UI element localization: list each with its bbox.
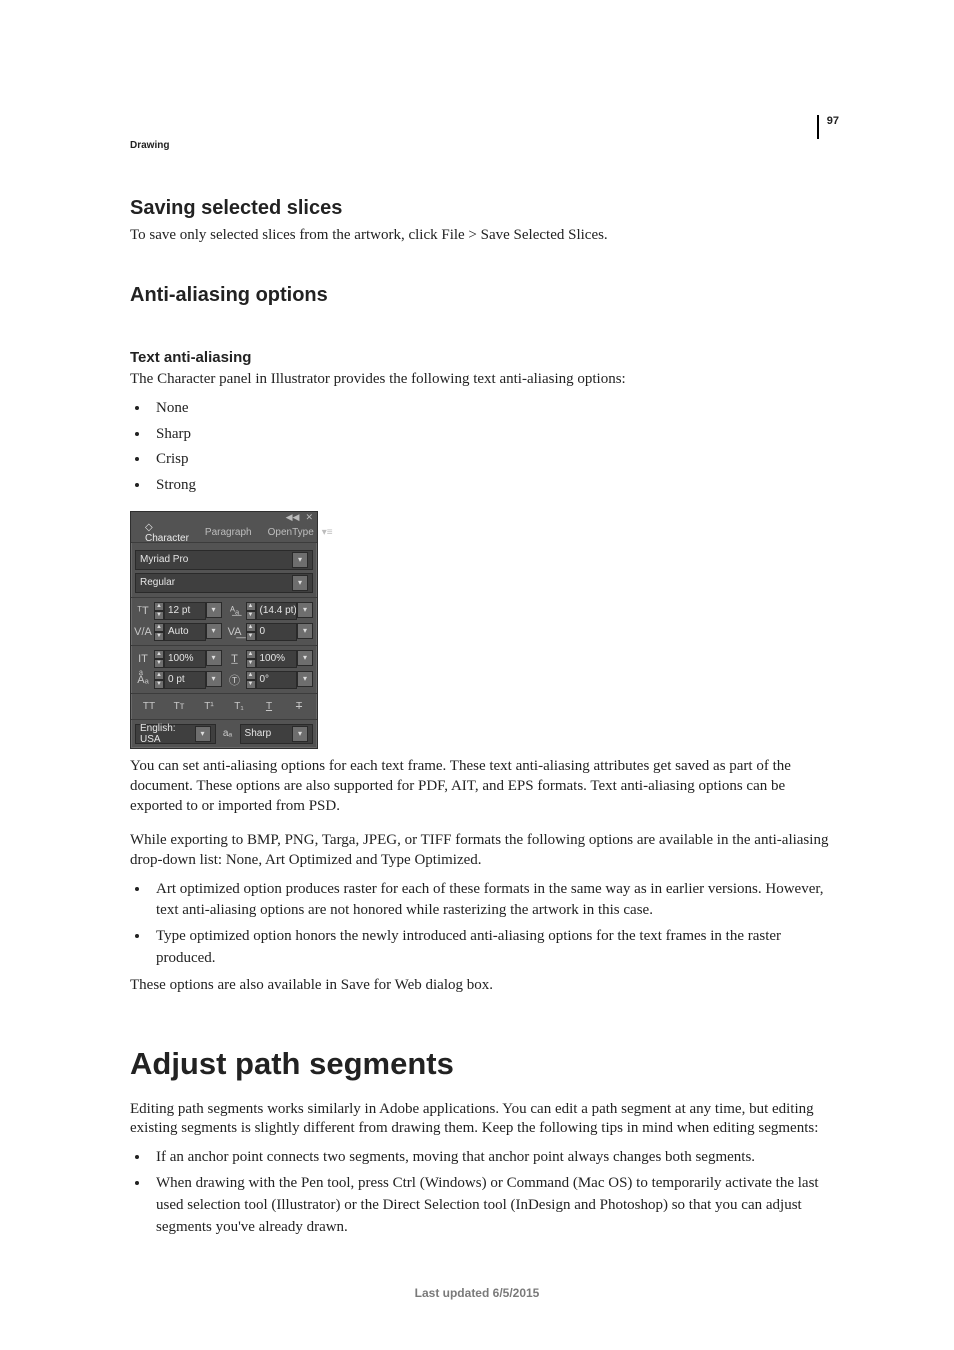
- antialias-icon: aₐ: [220, 726, 236, 742]
- breadcrumb: Drawing: [130, 140, 839, 151]
- font-family-value: Myriad Pro: [140, 554, 292, 565]
- character-panel: ◀◀ ✕ ◇ Character Paragraph OpenType ▾≡ M…: [130, 511, 318, 749]
- list-item: If an anchor point connects two segments…: [150, 1147, 839, 1169]
- tracking-icon: VA͟: [227, 625, 243, 639]
- tab-paragraph[interactable]: Paragraph: [197, 525, 260, 540]
- panel-menu-icon[interactable]: ▾≡: [322, 527, 333, 538]
- tab-opentype[interactable]: OpenType: [260, 525, 322, 540]
- font-size-field[interactable]: ▲▼ 12 pt ▾: [154, 602, 222, 620]
- chapter-intro: Editing path segments works similarly in…: [130, 1100, 839, 1140]
- language-select[interactable]: English: USA ▾: [135, 724, 216, 744]
- small-caps-button[interactable]: Tᴛ: [165, 698, 193, 715]
- page-footer: Last updated 6/5/2015: [0, 1286, 954, 1300]
- chevron-down-icon[interactable]: ▾: [195, 726, 211, 742]
- rotation-field[interactable]: ▲▼ 0° ▾: [246, 671, 314, 689]
- baseline-shift-field[interactable]: ▲▼ 0 pt ▾: [154, 671, 222, 689]
- list-item: None: [150, 398, 839, 420]
- list-item: Sharp: [150, 424, 839, 446]
- superscript-button[interactable]: T¹: [195, 698, 223, 715]
- collapse-icon[interactable]: ◀◀: [286, 513, 300, 522]
- list-item: Crisp: [150, 449, 839, 471]
- vertical-scale-icon: IT: [135, 652, 151, 666]
- kerning-field[interactable]: ▲▼ Auto ▾: [154, 623, 222, 641]
- horizontal-scale-field[interactable]: ▲▼ 100% ▾: [246, 650, 314, 668]
- antialias-select[interactable]: Sharp ▾: [240, 724, 313, 744]
- aa-para3: These options are also available in Save…: [130, 976, 839, 996]
- subscript-button[interactable]: T₁: [225, 698, 253, 715]
- rotation-icon: Ⓣ: [227, 673, 243, 687]
- saving-slices-body: To save only selected slices from the ar…: [130, 226, 839, 246]
- export-bullets: Art optimized option produces raster for…: [134, 879, 839, 970]
- chevron-down-icon[interactable]: ▾: [292, 575, 308, 591]
- kerning-icon: V/A: [135, 625, 151, 639]
- list-item: When drawing with the Pen tool, press Ct…: [150, 1173, 839, 1238]
- underline-button[interactable]: T: [255, 698, 283, 715]
- tracking-field[interactable]: ▲▼ 0 ▾: [246, 623, 314, 641]
- text-aa-intro: The Character panel in Illustrator provi…: [130, 370, 839, 390]
- strikethrough-button[interactable]: T: [285, 698, 313, 715]
- aa-para2: While exporting to BMP, PNG, Targa, JPEG…: [130, 831, 839, 871]
- page-number-box: 97: [817, 115, 839, 139]
- chapter-bullets: If an anchor point connects two segments…: [134, 1147, 839, 1238]
- subheading-text-aa: Text anti-aliasing: [130, 349, 839, 366]
- leading-field[interactable]: ▲▼ (14.4 pt) ▾: [246, 602, 314, 620]
- chevron-down-icon[interactable]: ▾: [292, 726, 308, 742]
- close-icon[interactable]: ✕: [305, 513, 313, 522]
- list-item: Type optimized option honors the newly i…: [150, 926, 839, 970]
- font-style-value: Regular: [140, 577, 292, 588]
- aa-options-list: None Sharp Crisp Strong: [134, 398, 839, 497]
- type-style-buttons: TT Tᴛ T¹ T₁ T T: [135, 698, 313, 715]
- font-family-select[interactable]: Myriad Pro ▾: [135, 550, 313, 570]
- antialias-value: Sharp: [245, 728, 292, 739]
- heading-anti-aliasing: Anti-aliasing options: [130, 284, 839, 307]
- aa-para1: You can set anti-aliasing options for ea…: [130, 757, 839, 817]
- all-caps-button[interactable]: TT: [135, 698, 163, 715]
- chevron-down-icon[interactable]: ▾: [292, 552, 308, 568]
- list-item: Art optimized option produces raster for…: [150, 879, 839, 923]
- page-number: 97: [827, 115, 839, 127]
- font-size-icon: ᵀT: [135, 604, 151, 618]
- language-value: English: USA: [140, 723, 195, 745]
- tab-character[interactable]: ◇ Character: [137, 520, 197, 546]
- leading-icon: ᴬ͟ₐ: [227, 604, 243, 618]
- font-style-select[interactable]: Regular ▾: [135, 573, 313, 593]
- horizontal-scale-icon: T̲: [227, 652, 243, 666]
- list-item: Strong: [150, 475, 839, 497]
- heading-saving-slices: Saving selected slices: [130, 197, 839, 220]
- baseline-shift-icon: Aͣₐ: [135, 673, 151, 687]
- vertical-scale-field[interactable]: ▲▼ 100% ▾: [154, 650, 222, 668]
- chapter-heading-adjust-path: Adjust path segments: [130, 1046, 839, 1082]
